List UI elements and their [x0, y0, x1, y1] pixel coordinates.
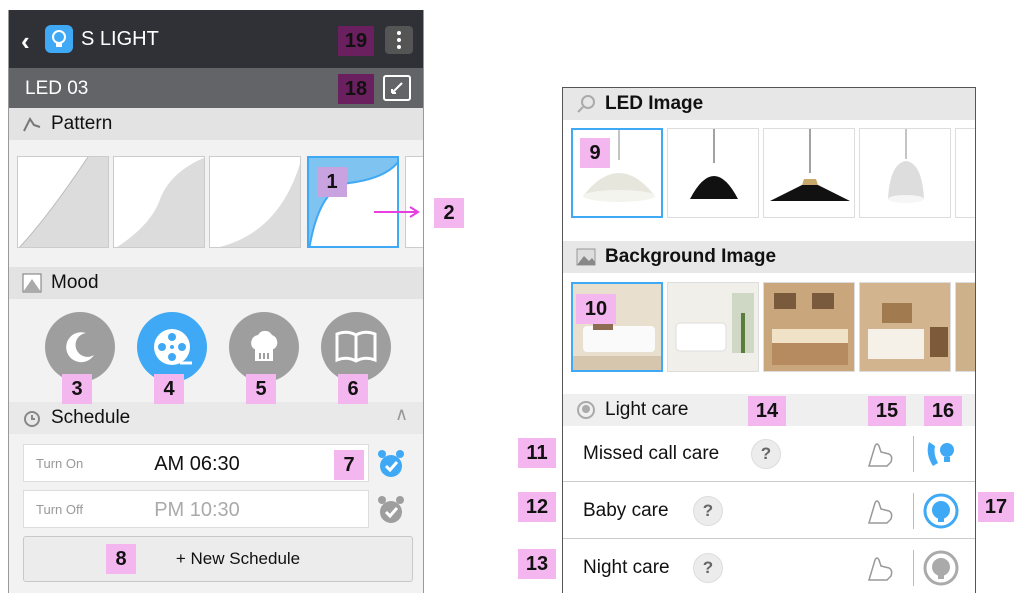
callout-16: 16	[924, 396, 962, 426]
mood-reading-button[interactable]	[321, 312, 391, 382]
led-image-4[interactable]	[859, 128, 951, 218]
callout-18: 18	[338, 74, 374, 104]
callout-8: 8	[106, 544, 136, 574]
schedule-row-time: PM 10:30	[154, 499, 240, 521]
edit-icon[interactable]	[383, 75, 411, 101]
callout-14: 14	[748, 396, 786, 426]
background-image-2[interactable]	[667, 282, 759, 372]
callout-1: 1	[317, 167, 347, 197]
pattern-title: Pattern	[51, 113, 113, 134]
led-image-header: LED Image	[563, 88, 975, 120]
app-logo-icon	[45, 25, 73, 53]
book-icon	[335, 330, 377, 363]
schedule-title: Schedule	[51, 407, 131, 428]
chef-hat-icon	[251, 330, 278, 361]
schedule-row-on[interactable]: Turn On AM 06:30	[23, 444, 369, 482]
callout-12: 12	[518, 492, 556, 522]
pattern-header: Pattern	[9, 108, 423, 140]
schedule-header[interactable]: Schedule ∧	[9, 402, 423, 434]
callout-15: 15	[868, 396, 906, 426]
alarm-off-icon[interactable]	[375, 494, 407, 531]
schedule-row-time: AM 06:30	[154, 453, 240, 475]
mood-night-button[interactable]	[45, 312, 115, 382]
background-image-3[interactable]	[763, 282, 855, 372]
callout-9: 9	[580, 138, 610, 168]
callout-17: 17	[978, 492, 1014, 522]
hand-touch-icon[interactable]	[865, 552, 897, 584]
phone-bulb-icon[interactable]	[923, 436, 959, 472]
care-name: Night care	[583, 557, 670, 578]
callout-5: 5	[246, 374, 276, 404]
care-row-missed-call: Missed call care ?	[563, 426, 975, 482]
collapse-chevron-icon[interactable]: ∧	[395, 404, 408, 425]
alarm-clock-icon	[21, 407, 43, 429]
hand-touch-icon[interactable]	[865, 438, 897, 470]
callout-3: 3	[62, 374, 92, 404]
new-schedule-label: + New Schedule	[175, 549, 301, 568]
alarm-on-icon[interactable]	[375, 448, 407, 485]
pattern-tile-1[interactable]	[17, 156, 109, 248]
background-image-4[interactable]	[859, 282, 951, 372]
more-menu-icon[interactable]	[385, 26, 413, 54]
callout-2: 2	[434, 198, 464, 228]
mood-dining-button[interactable]	[229, 312, 299, 382]
callout-4: 4	[154, 374, 184, 404]
divider	[913, 550, 914, 586]
pattern-tile-2[interactable]	[113, 156, 205, 248]
app-title: S LIGHT	[81, 28, 159, 50]
scroll-arrow-icon	[374, 206, 420, 218]
settings-panel: LED Image Background Image Light care Mi…	[562, 87, 976, 593]
schedule-row-off[interactable]: Turn Off PM 10:30	[23, 490, 369, 528]
device-name: LED 03	[25, 78, 89, 99]
led-image-2[interactable]	[667, 128, 759, 218]
callout-19: 19	[338, 26, 374, 56]
image-icon	[575, 246, 597, 268]
mood-movie-button[interactable]	[137, 312, 207, 382]
mood-icon	[21, 272, 43, 294]
callout-10: 10	[576, 294, 616, 324]
help-icon[interactable]: ?	[693, 496, 723, 526]
callout-6: 6	[338, 374, 368, 404]
care-name: Baby care	[583, 500, 669, 521]
light-care-title: Light care	[605, 399, 689, 420]
moon-icon	[66, 332, 94, 363]
background-image-5-partial[interactable]	[955, 282, 975, 372]
pattern-icon	[21, 113, 43, 135]
background-image-title: Background Image	[605, 246, 777, 267]
pattern-tile-3[interactable]	[209, 156, 301, 248]
led-image-title: LED Image	[605, 93, 704, 114]
bulb-outline-icon	[575, 93, 597, 115]
led-image-5-partial[interactable]	[955, 128, 975, 218]
background-image-header: Background Image	[563, 241, 975, 273]
divider	[913, 493, 914, 529]
film-reel-icon	[154, 329, 192, 365]
help-icon[interactable]: ?	[693, 553, 723, 583]
care-row-baby: Baby care ?	[563, 483, 975, 539]
bulb-circle-icon	[575, 399, 597, 421]
mood-header: Mood	[9, 267, 423, 299]
hand-touch-icon[interactable]	[865, 495, 897, 527]
led-image-3[interactable]	[763, 128, 855, 218]
callout-11: 11	[518, 438, 556, 468]
new-schedule-button[interactable]: + New Schedule	[23, 536, 413, 582]
care-row-night: Night care ?	[563, 540, 975, 593]
callout-7: 7	[334, 450, 364, 480]
mood-title: Mood	[51, 272, 99, 293]
bulb-off-icon[interactable]	[923, 550, 959, 586]
bulb-on-icon[interactable]	[923, 493, 959, 529]
divider	[913, 436, 914, 472]
care-name: Missed call care	[583, 443, 720, 464]
callout-13: 13	[518, 549, 556, 579]
back-icon[interactable]: ‹	[21, 26, 30, 57]
help-icon[interactable]: ?	[751, 439, 781, 469]
